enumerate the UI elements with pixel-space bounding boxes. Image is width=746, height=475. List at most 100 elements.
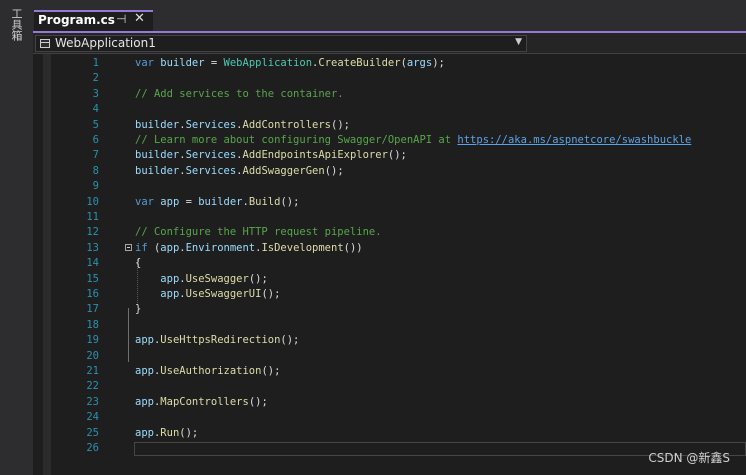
code-token: (); (280, 334, 300, 347)
line-number: 5 (92, 118, 99, 131)
line-number: 8 (92, 164, 99, 177)
code-text: app.UseSwagger(); (135, 272, 268, 287)
project-icon (40, 39, 50, 48)
code-token: Environment (185, 241, 256, 254)
code-token: AddEndpointsApiExplorer (242, 149, 388, 162)
code-line[interactable]: 19 app.UseHttpsRedirection(); (33, 333, 746, 348)
code-line[interactable]: 25 app.Run(); (33, 426, 746, 441)
code-token: builder (160, 57, 205, 69)
code-token: { (135, 257, 142, 270)
code-token: (); (248, 395, 268, 408)
code-token: app (135, 365, 154, 377)
code-token: WebApplication (223, 57, 313, 69)
line-number: 21 (86, 365, 99, 377)
line-number: 26 (86, 442, 99, 454)
watermark: CSDN @新鑫S (648, 451, 730, 465)
code-token: MapControllers (160, 395, 249, 408)
code-line[interactable]: 3 // Add services to the container. (33, 87, 746, 102)
code-token: Services (185, 149, 237, 162)
line-number: 25 (86, 426, 99, 439)
toolbox-tab[interactable]: 工具箱 (9, 8, 23, 41)
close-icon[interactable]: ✕ (134, 11, 145, 26)
code-line[interactable]: 6 // Learn more about configuring Swagger… (33, 133, 746, 148)
tab-title: Program.cs (38, 13, 115, 27)
code-token: (); (387, 149, 407, 162)
code-line[interactable]: 20 (33, 349, 746, 364)
code-line[interactable]: 13 if (app.Environment.IsDevelopment()) (33, 241, 746, 256)
code-line[interactable]: 11 (33, 210, 746, 225)
code-editor[interactable]: 1 var builder = WebApplication.CreateBuil… (33, 54, 746, 475)
document-tab-bar: Program.cs ⊣ ✕ (33, 0, 746, 31)
code-line[interactable]: 17} (33, 302, 746, 317)
code-line[interactable]: 1 var builder = WebApplication.CreateBuil… (33, 56, 746, 71)
code-text: builder.Services.AddEndpointsApiExplorer… (135, 148, 407, 163)
code-token: app (135, 395, 154, 408)
code-token: app (160, 272, 180, 285)
code-token: CreateBuilder (318, 57, 401, 69)
code-line[interactable]: 16 app.UseSwaggerUI(); (33, 287, 746, 302)
line-number: 17 (86, 303, 99, 316)
code-token: ); (432, 57, 445, 69)
code-text: app.UseSwaggerUI(); (135, 287, 280, 302)
code-token: UseSwaggerUI (185, 288, 262, 300)
code-link[interactable]: https://aka.ms/aspnetcore/swashbuckle (457, 134, 691, 146)
line-number: 19 (86, 334, 99, 347)
code-text: app.UseHttpsRedirection(); (135, 333, 299, 348)
code-text: // Add services to the container. (135, 87, 344, 102)
code-token: AddSwaggerGen (242, 164, 325, 177)
code-token: // Add services to the container. (135, 87, 344, 100)
navigation-bar: WebApplication1 ▼ (33, 33, 746, 54)
line-number: 12 (86, 226, 99, 239)
code-text: builder.Services.AddControllers(); (135, 118, 350, 133)
code-token: UseSwagger (185, 272, 249, 285)
line-number: 7 (92, 149, 99, 162)
code-text: app.MapControllers(); (135, 395, 268, 410)
code-line[interactable]: 9 (33, 179, 746, 194)
project-dropdown[interactable]: WebApplication1 ▼ (35, 35, 527, 52)
code-token: } (135, 303, 142, 316)
code-line[interactable]: 10 var app = builder.Build(); (33, 195, 746, 210)
code-token: (); (248, 272, 268, 285)
pin-icon[interactable]: ⊣ (116, 12, 126, 26)
code-line[interactable]: 2 (33, 71, 746, 86)
line-number: 15 (86, 272, 99, 285)
line-number: 3 (92, 87, 99, 100)
line-number: 22 (86, 380, 99, 393)
code-line[interactable]: 5 builder.Services.AddControllers(); (33, 118, 746, 133)
code-line[interactable]: 23 app.MapControllers(); (33, 395, 746, 410)
toolbox-strip: 工具箱 (0, 0, 34, 475)
code-line[interactable]: 8 builder.Services.AddSwaggerGen(); (33, 164, 746, 179)
code-line[interactable]: 12 // Configure the HTTP request pipeline… (33, 225, 746, 240)
code-line[interactable]: 21 app.UseAuthorization(); (33, 364, 746, 379)
tab-program-cs[interactable]: Program.cs ⊣ ✕ (34, 10, 153, 31)
code-token: builder (135, 164, 180, 177)
code-token: IsDevelopment (261, 241, 344, 254)
collapse-icon[interactable] (125, 243, 132, 251)
code-token: if (135, 241, 154, 254)
line-number: 1 (92, 57, 99, 69)
code-token: Services (185, 164, 237, 177)
code-text: // Configure the HTTP request pipeline. (135, 225, 382, 240)
code-line[interactable]: 7 builder.Services.AddEndpointsApiExplore… (33, 148, 746, 163)
code-text: var app = builder.Build(); (135, 195, 299, 210)
line-number: 18 (86, 318, 99, 331)
code-line[interactable]: 15 app.UseSwagger(); (33, 272, 746, 287)
code-line[interactable]: 24 (33, 410, 746, 425)
code-line[interactable]: 14 { (33, 256, 746, 271)
code-line[interactable]: 4 (33, 102, 746, 117)
line-number: 24 (86, 411, 99, 424)
code-text: app.UseAuthorization(); (135, 364, 280, 379)
line-number: 2 (92, 72, 99, 85)
line-number: 9 (92, 180, 99, 193)
code-token: app (160, 195, 180, 208)
code-token: Build (248, 195, 281, 208)
code-line[interactable]: 18 (33, 318, 746, 333)
code-line[interactable]: 22 (33, 379, 746, 394)
code-text: } (135, 302, 141, 317)
code-token: Services (185, 118, 237, 131)
line-number: 16 (86, 288, 99, 300)
code-token: (); (261, 365, 281, 377)
code-text: builder.Services.AddSwaggerGen(); (135, 164, 344, 179)
code-token: UseAuthorization (160, 365, 262, 377)
